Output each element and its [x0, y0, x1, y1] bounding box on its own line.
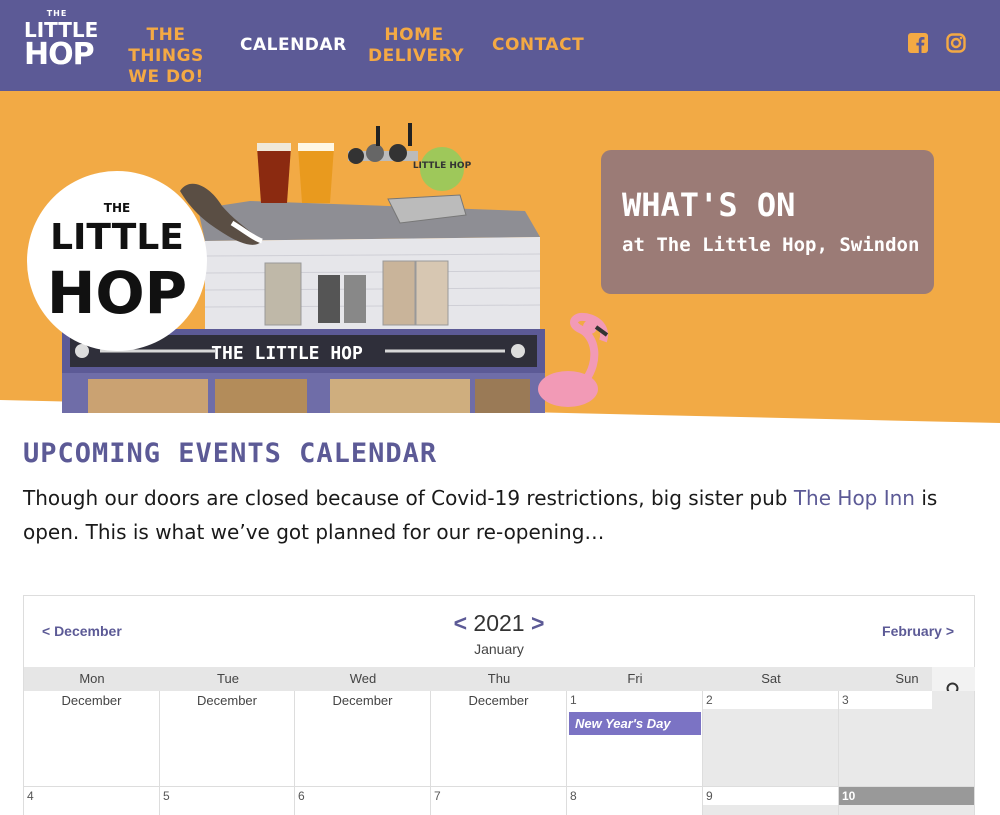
badge-the: THE — [104, 201, 130, 215]
pub-sign-text: THE LITTLE HOP — [211, 343, 363, 364]
day-header — [703, 787, 838, 805]
hero-banner: THE LITTLE HOP LITTLE HOP THE LITTLE HOP… — [0, 91, 1000, 431]
day-month-label: December — [197, 693, 257, 708]
day-number: 4 — [27, 789, 34, 803]
day-header — [839, 691, 932, 709]
calendar-day[interactable]: 4 — [24, 787, 160, 815]
calendar-day[interactable]: December — [24, 691, 160, 787]
day-number: 2 — [706, 693, 713, 707]
nav-home-line2: DELIVERY — [368, 46, 465, 66]
day-number: 1 — [570, 693, 577, 707]
nav-calendar[interactable]: CALENDAR — [240, 35, 346, 56]
day-number: 6 — [298, 789, 305, 803]
month-label: January — [474, 641, 524, 657]
events-calendar: < December < 2021 > January February > M… — [23, 595, 975, 815]
day-number: 9 — [706, 789, 713, 803]
year-selector: < 2021 > — [444, 610, 554, 637]
prev-month-link[interactable]: < December — [42, 623, 122, 639]
calendar-day[interactable]: 5 — [160, 787, 295, 815]
nav-things-line1: THE THINGS — [128, 25, 204, 66]
weekday-header: Mon Tue Wed Thu Fri Sat Sun — [24, 667, 932, 691]
nav-home-delivery[interactable]: HOME DELIVERY — [368, 25, 465, 67]
nav-the-things-we-do[interactable]: THE THINGS WE DO! — [110, 25, 222, 88]
whats-on-card: WHAT'S ON at The Little Hop, Swindon — [601, 150, 934, 294]
calendar-day-today[interactable]: 10 — [839, 787, 975, 815]
calendar-day[interactable]: 3 — [839, 691, 975, 787]
prev-year-arrow[interactable]: < — [454, 610, 467, 636]
calendar-day[interactable]: 2 — [703, 691, 839, 787]
day-header — [839, 787, 974, 805]
calendar-day[interactable]: 1 New Year's Day — [567, 691, 703, 787]
facebook-icon[interactable] — [908, 33, 928, 53]
site-logo[interactable]: THE LITTLE HOP — [24, 9, 98, 80]
next-year-arrow[interactable]: > — [531, 610, 544, 636]
badge-little: LITTLE — [50, 217, 184, 258]
calendar-day[interactable]: December — [431, 691, 567, 787]
hop-inn-link[interactable]: The Hop Inn — [794, 486, 915, 510]
weekday-wed: Wed — [349, 671, 377, 686]
whats-on-title: WHAT'S ON — [622, 186, 796, 224]
events-heading: UPCOMING EVENTS CALENDAR — [23, 438, 438, 469]
day-month-label: December — [332, 693, 393, 708]
badge-hop: HOP — [47, 259, 187, 327]
weekday-tue: Tue — [217, 671, 239, 686]
intro-text-before: Though our doors are closed because of C… — [23, 486, 794, 510]
day-number: 5 — [163, 789, 170, 803]
nav-home-line1: HOME — [384, 25, 444, 45]
calendar-day[interactable]: 9 — [703, 787, 839, 815]
calendar-day[interactable]: 7 — [431, 787, 567, 815]
calendar-day[interactable]: December — [295, 691, 431, 787]
top-navigation: THE LITTLE HOP THE THINGS WE DO! CALENDA… — [0, 0, 1000, 91]
year-label: 2021 — [473, 610, 525, 636]
next-month-link[interactable]: February > — [882, 623, 954, 639]
day-number: 3 — [842, 693, 849, 707]
tap-label-text: LITTLE HOP — [413, 161, 472, 171]
day-month-label: December — [61, 693, 122, 708]
weekday-thu: Thu — [487, 671, 511, 686]
logo-the: THE — [46, 9, 68, 18]
intro-paragraph: Though our doors are closed because of C… — [23, 481, 963, 549]
weekday-sat: Sat — [761, 671, 781, 686]
nav-things-line2: WE DO! — [128, 67, 204, 87]
day-number: 8 — [570, 789, 577, 803]
event-new-years-day[interactable]: New Year's Day — [569, 712, 701, 735]
whats-on-subtitle: at The Little Hop, Swindon — [622, 234, 920, 256]
logo-hop: HOP — [24, 37, 95, 72]
calendar-day[interactable]: 6 — [295, 787, 431, 815]
nav-contact[interactable]: CONTACT — [492, 35, 584, 56]
instagram-icon[interactable] — [946, 33, 966, 53]
calendar-day[interactable]: 8 — [567, 787, 703, 815]
day-month-label: December — [468, 693, 529, 708]
day-header — [703, 691, 838, 709]
day-number: 7 — [434, 789, 441, 803]
weekday-fri: Fri — [627, 671, 643, 686]
weekday-mon: Mon — [79, 671, 105, 686]
calendar-day[interactable]: December — [160, 691, 295, 787]
day-number: 10 — [842, 789, 856, 803]
